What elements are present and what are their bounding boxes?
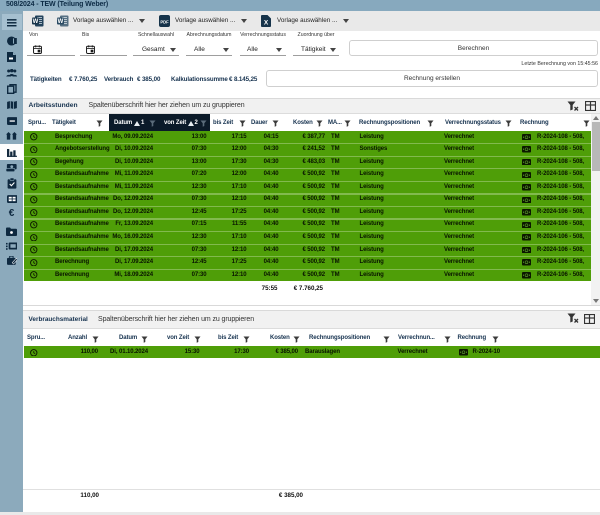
svg-text:X: X — [264, 20, 269, 27]
svg-text:PDF: PDF — [160, 19, 169, 24]
svg-text:W: W — [58, 19, 64, 25]
svg-text:W: W — [33, 19, 39, 25]
